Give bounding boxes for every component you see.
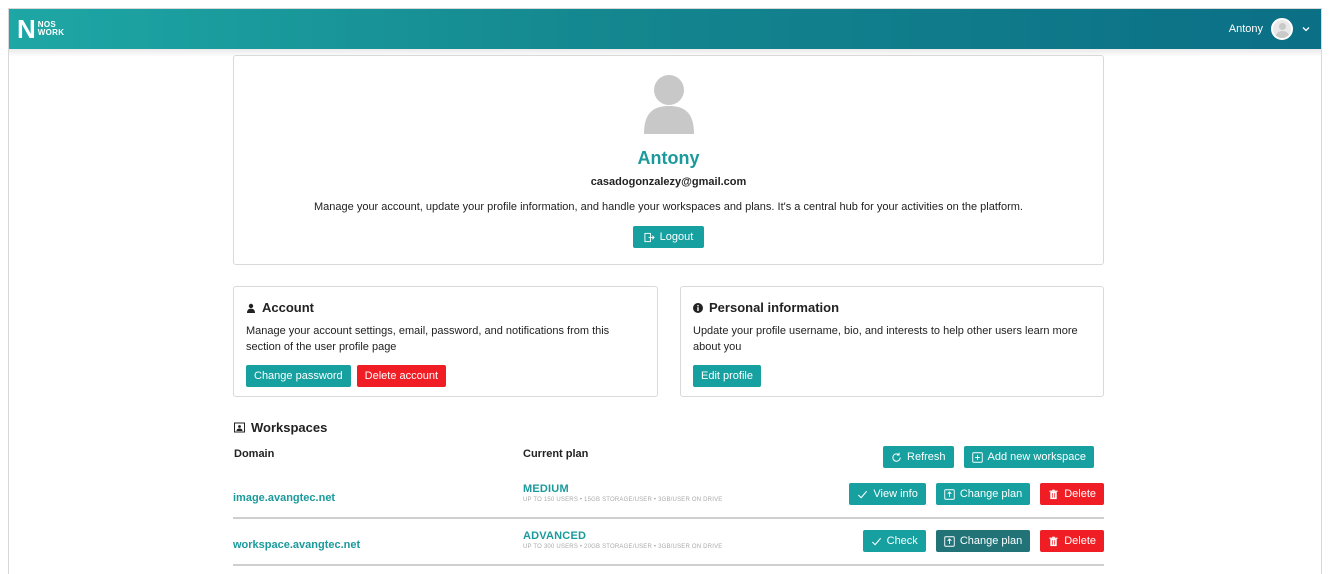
account-description: Manage your account settings, email, pas… [246,325,610,353]
personal-info-description: Update your profile username, bio, and i… [693,325,1078,353]
edit-profile-button[interactable]: Edit profile [693,365,761,387]
change-plan-label: Change plan [959,535,1023,547]
account-title: Account [246,300,314,315]
user-icon [247,303,255,313]
upload-square-icon [944,535,955,547]
trash-icon [1049,489,1058,499]
logout-icon [644,232,655,242]
brand-logo[interactable]: N NOS WORK [17,16,64,42]
top-navbar: N NOS WORK Antony [9,9,1321,49]
user-menu-name: Antony [1228,23,1263,35]
check-button[interactable]: Check [862,530,926,552]
table-row: image.avangtec.net MEDIUM UP TO 150 USER… [233,473,1104,519]
workspace-domain[interactable]: workspace.avangtec.net [233,539,360,551]
row-actions: View info Change plan Delete [849,483,1104,505]
logo-wordmark: NOS WORK [38,21,65,37]
view-info-button[interactable]: View info [849,483,926,505]
table-row: workspace.avangtec.net ADVANCED UP TO 30… [233,520,1104,566]
logout-button[interactable]: Logout [633,226,704,248]
chevron-down-icon [1302,27,1310,32]
workspace-plan: ADVANCED UP TO 300 USERS • 20GB STORAGE/… [523,530,722,550]
user-avatar-icon [644,75,694,134]
delete-label: Delete [1064,535,1096,547]
logo-letter: N [17,14,36,44]
personal-info-card: Personal information Update your profile… [680,286,1104,397]
account-card: Account Manage your account settings, em… [233,286,658,397]
workspace-domain[interactable]: image.avangtec.net [233,492,335,504]
account-title-label: Account [262,300,314,315]
workspace-toolbar: Refresh Add new workspace [883,446,1094,468]
change-plan-button[interactable]: Change plan [935,483,1031,505]
plan-name: MEDIUM [523,483,569,495]
profile-description: Manage your account, update your profile… [314,201,1023,213]
workspace-icon [234,422,245,433]
profile-email: casadogonzalezy@gmail.com [590,176,747,188]
plus-square-icon [971,451,983,463]
check-icon [871,537,881,546]
refresh-icon [892,452,901,462]
refresh-button[interactable]: Refresh [883,446,954,468]
view-info-label: View info [873,488,918,500]
upload-square-icon [944,488,955,500]
info-icon [693,302,703,313]
personal-info-actions: Edit profile [693,365,761,387]
delete-label: Delete [1064,488,1096,500]
workspaces-title-label: Workspaces [251,420,328,435]
personal-info-title-label: Personal information [709,300,840,315]
column-header-plan: Current plan [523,448,589,460]
delete-workspace-button[interactable]: Delete [1040,483,1104,505]
check-label: Check [886,535,918,547]
check-icon [858,490,868,499]
profile-name: Antony [637,148,700,168]
profile-card: Antony casadogonzalezy@gmail.com Manage … [233,55,1104,265]
change-password-button[interactable]: Change password [246,365,351,387]
change-plan-button[interactable]: Change plan [935,530,1031,552]
user-menu[interactable]: Antony [1229,18,1311,40]
row-actions: Check Change plan Delete [862,530,1104,552]
add-workspace-label: Add new workspace [987,451,1086,463]
column-header-domain: Domain [234,448,275,460]
plan-name: ADVANCED [523,530,587,542]
plan-details: UP TO 300 USERS • 20GB STORAGE/USER • 3G… [523,544,723,550]
add-workspace-button[interactable]: Add new workspace [963,446,1094,468]
personal-info-title: Personal information [693,300,839,315]
plan-details: UP TO 150 USERS • 15GB STORAGE/USER • 3G… [523,497,723,503]
delete-workspace-button[interactable]: Delete [1040,530,1104,552]
account-actions: Change password Delete account [246,365,447,387]
avatar [1271,18,1293,40]
logout-label: Logout [659,231,694,243]
logo-line-2: WORK [37,28,65,37]
change-plan-label: Change plan [959,488,1023,500]
workspaces-title: Workspaces [234,420,327,435]
refresh-label: Refresh [907,451,946,463]
trash-icon [1049,536,1058,546]
delete-account-button[interactable]: Delete account [356,365,447,387]
workspace-plan: MEDIUM UP TO 150 USERS • 15GB STORAGE/US… [523,483,722,503]
page: N NOS WORK Antony Antony casadogonzalezy… [8,8,1322,574]
